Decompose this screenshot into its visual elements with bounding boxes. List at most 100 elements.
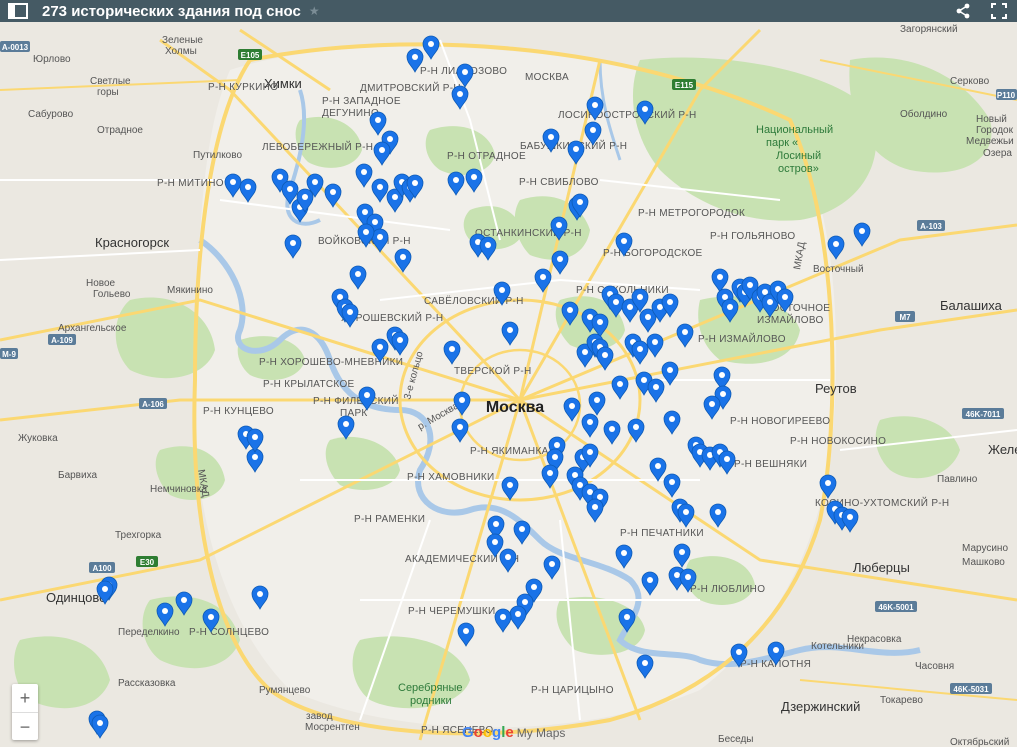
- road-shield: P110: [996, 89, 1017, 100]
- place-yurlovo: Юрлово: [33, 54, 71, 65]
- place-zavod: завод: [306, 711, 333, 722]
- svg-text:M7: M7: [899, 313, 911, 322]
- svg-text:Лосиный: Лосиный: [776, 150, 821, 162]
- place-nekrasovka: Некрасовка: [847, 634, 902, 645]
- google-logo: Google: [462, 724, 514, 741]
- svg-text:Городок: Городок: [976, 125, 1014, 136]
- district-label: Р-Н ЦАРИЦЫНО: [531, 685, 614, 696]
- district-label: Р-Н РАМЕНКИ: [354, 514, 425, 525]
- map-title: 273 исторических здания под снос: [42, 2, 301, 20]
- district-label: Р-Н ЯКИМАНКА: [470, 446, 549, 457]
- zoom-in-button[interactable]: +: [12, 684, 38, 712]
- svg-text:46K-5001: 46K-5001: [878, 603, 914, 612]
- place-barvikha: Барвиха: [58, 470, 97, 481]
- district-label: ТВЕРСКОЙ Р-Н: [454, 364, 532, 377]
- district-label: ЛОСИНООСТРОВСКИЙ Р-Н: [558, 108, 697, 121]
- mymaps-label: My Maps: [516, 726, 566, 740]
- fullscreen-button[interactable]: [981, 0, 1017, 22]
- district-label: Р-Н ГОЛЬЯНОВО: [710, 231, 795, 242]
- district-label: Р-Н ФИЛЕВСКИЙ: [313, 394, 399, 407]
- district-label: САВЁЛОВСКИЙ Р-Н: [424, 294, 524, 307]
- district-label: Р-Н КРЫЛАТСКОЕ: [263, 379, 355, 390]
- place-pavlino: Павлино: [937, 474, 978, 485]
- road-shield: E105: [238, 49, 262, 60]
- svg-text:46K-7011: 46K-7011: [966, 410, 1001, 419]
- share-icon: [956, 3, 970, 19]
- district-label: ДМИТРОВСКИЙ Р-Н: [360, 81, 461, 94]
- district-label: ЛЕВОБЕРЕЖНЫЙ Р-Н: [262, 140, 373, 153]
- place-peredelkino: Переделкино: [118, 627, 180, 638]
- place-saburovo: Сабурово: [28, 108, 74, 120]
- road-shield: 46K-5031: [950, 683, 992, 694]
- svg-text:A-103: A-103: [920, 222, 942, 231]
- svg-text:остров»: остров»: [778, 163, 819, 175]
- place-arkhangelskoe: Архангельское: [58, 323, 127, 334]
- district-label: Р-Н ВЕШНЯКИ: [734, 459, 807, 470]
- district-label: Р-Н ЧЕРЕМУШКИ: [408, 606, 495, 617]
- svg-text:E30: E30: [140, 558, 155, 567]
- svg-text:Машково: Машково: [962, 557, 1005, 568]
- district-label: Р-Н ОТРАДНОЕ: [447, 151, 526, 162]
- svg-text:E105: E105: [241, 51, 260, 60]
- district-label: Р-Н ХАМОВНИКИ: [407, 472, 494, 483]
- svg-text:Мосрентген: Мосрентген: [305, 722, 360, 733]
- place-novoe: Новое: [86, 278, 116, 289]
- svg-text:ИЗМАЙЛОВО: ИЗМАЙЛОВО: [757, 313, 824, 326]
- place-marusino: Марусино: [962, 543, 1008, 554]
- district-label: Р-Н ЛЮБЛИНО: [690, 584, 765, 595]
- place-besedy: Беседы: [718, 734, 754, 745]
- road-shield: A100: [89, 562, 115, 573]
- place-zelenye-kholmy: Зеленые: [162, 35, 203, 46]
- svg-text:Озера: Озера: [983, 148, 1012, 159]
- district-label: Р-Н ИЗМАЙЛОВО: [698, 332, 786, 345]
- svg-text:A-109: A-109: [51, 336, 73, 345]
- district-label: Р-Н СОКОЛЬНИКИ: [576, 285, 669, 296]
- place-zheleznodorozhny: Железно: [988, 442, 1017, 457]
- road-shield: A-103: [917, 220, 945, 231]
- place-novy: Новый: [976, 114, 1007, 125]
- place-lyubertsy: Люберцы: [853, 560, 910, 575]
- district-label: МОСКВА: [525, 72, 569, 83]
- road-shield: E30: [136, 556, 158, 567]
- road-shield: 46K-7011: [962, 408, 1004, 419]
- place-svetlye: Светлые: [90, 76, 131, 87]
- map-canvas[interactable]: A-103 M7 E30 A100 E115 E105 M-9 A-106 A-…: [0, 22, 1017, 747]
- place-zhukovka: Жуковка: [18, 433, 58, 444]
- place-chasovnya: Часовня: [915, 661, 954, 672]
- svg-text:P110: P110: [997, 91, 1016, 100]
- park-losiny: Национальный: [756, 124, 833, 136]
- star-icon[interactable]: ★: [309, 4, 320, 18]
- place-balashikha: Балашиха: [940, 298, 1003, 313]
- place-serkovo: Серково: [950, 76, 990, 87]
- svg-text:Гольево: Гольево: [93, 289, 131, 300]
- road-shield: A-106: [139, 398, 167, 409]
- svg-text:E115: E115: [675, 81, 694, 90]
- map-header: 273 исторических здания под снос ★: [0, 0, 1017, 22]
- place-dzerzhinsky: Дзержинский: [781, 699, 860, 714]
- city-center-label: Москва: [486, 399, 544, 416]
- district-label: Р-Н СОЛНЦЕВО: [189, 627, 269, 638]
- district-label: Р-Н МИТИНО: [157, 178, 224, 189]
- sidebar-toggle-button[interactable]: [0, 0, 36, 22]
- svg-text:горы: горы: [97, 87, 119, 98]
- place-zagoryanskiy: Загорянский: [900, 24, 958, 35]
- place-otradnoe: Отрадное: [97, 125, 143, 136]
- district-label: Р-Н КУНЦЕВО: [203, 406, 274, 417]
- district-label: Р-Н БОГОРОДСКОЕ: [603, 248, 703, 259]
- road-shield: M7: [895, 311, 915, 322]
- road-shield: A-0013: [0, 41, 30, 52]
- svg-text:M-9: M-9: [2, 350, 16, 359]
- fullscreen-icon: [991, 3, 1007, 19]
- road-shield: A-109: [48, 334, 76, 345]
- map-attribution: Google My Maps: [462, 724, 565, 741]
- zoom-out-button[interactable]: −: [12, 712, 38, 741]
- svg-text:A100: A100: [92, 564, 112, 573]
- share-button[interactable]: [945, 0, 981, 22]
- place-myakinino: Мякинино: [167, 285, 213, 296]
- road-shield: E115: [672, 79, 696, 90]
- svg-text:родники: родники: [410, 695, 452, 707]
- svg-text:парк «: парк «: [766, 137, 798, 149]
- svg-text:A-0013: A-0013: [2, 43, 29, 52]
- district-label: Р-Н КУРКИНО: [208, 82, 278, 93]
- place-vostochny: Восточный: [813, 264, 864, 275]
